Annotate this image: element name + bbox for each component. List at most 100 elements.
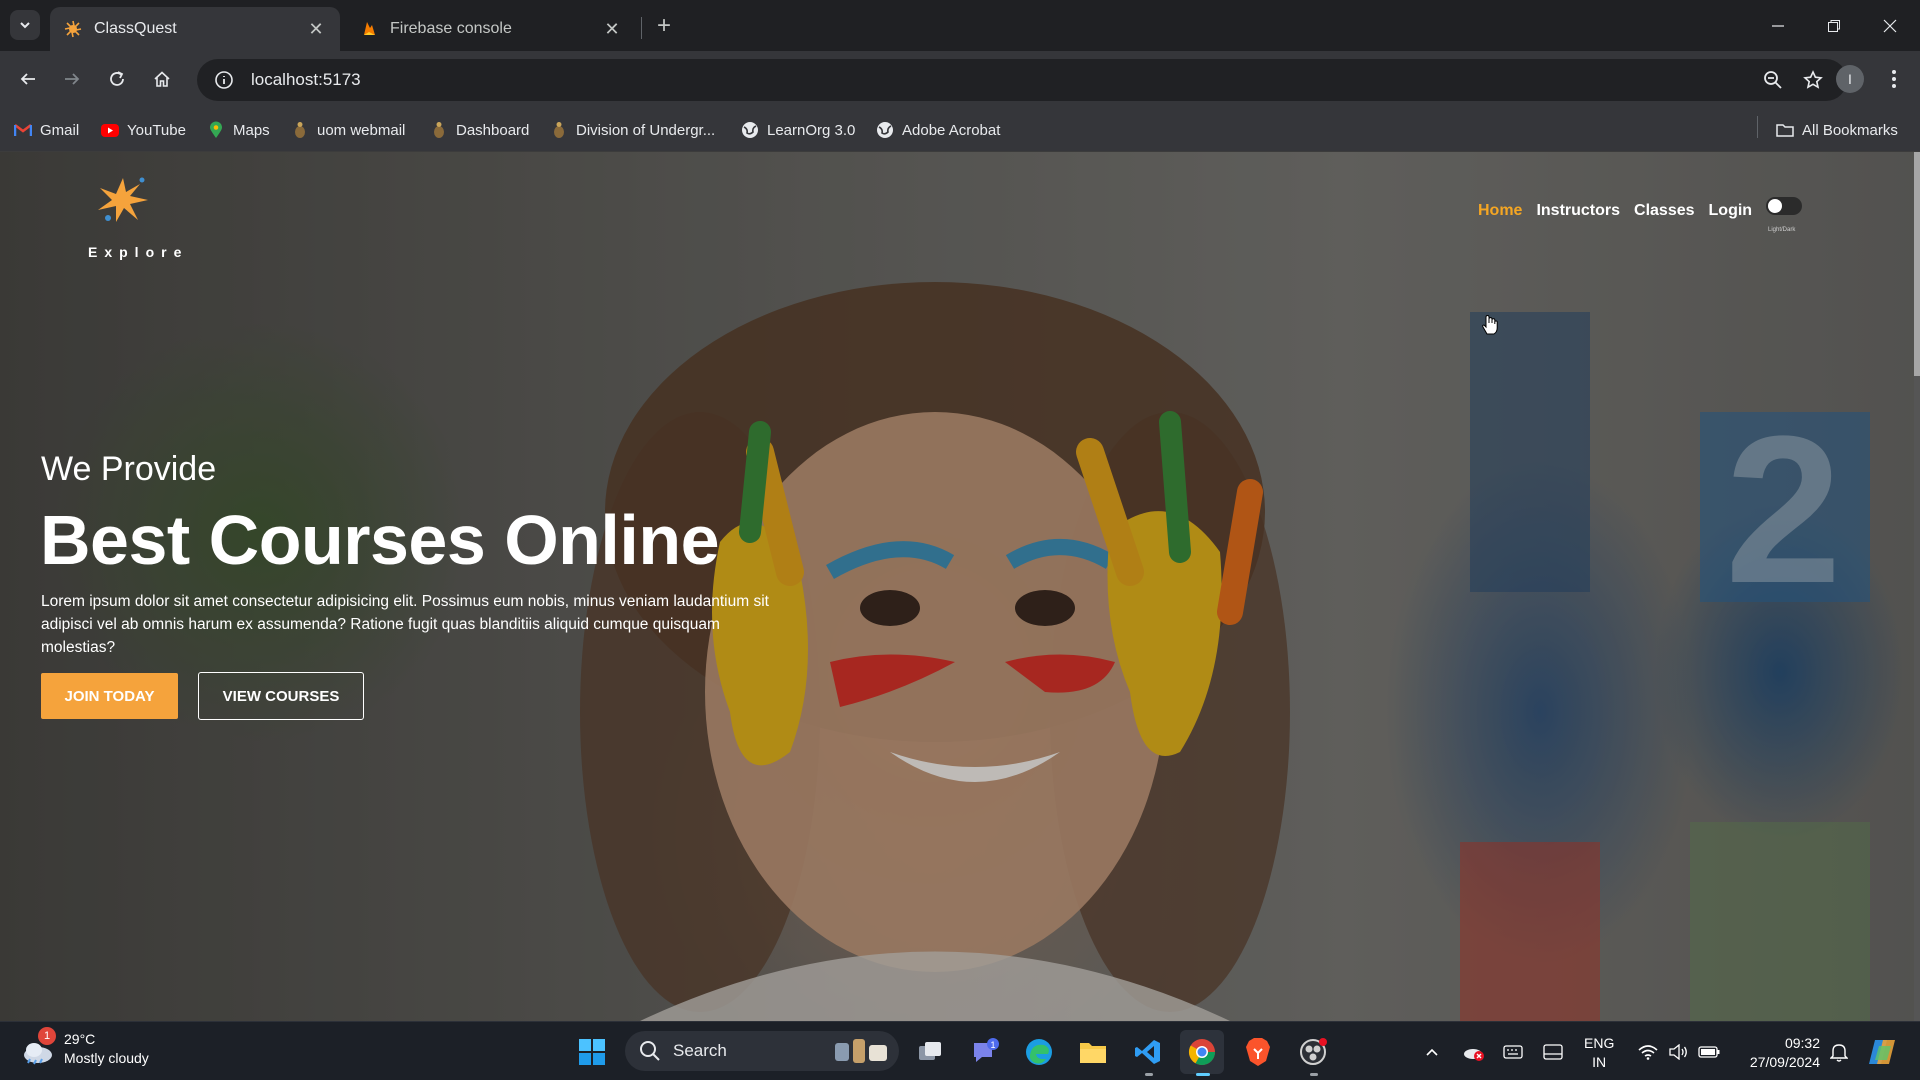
address-bar[interactable]: localhost:5173	[197, 59, 1847, 101]
search-highlight-art-icon	[835, 1039, 887, 1063]
taskbar-search[interactable]: Search	[625, 1031, 899, 1071]
bookmark-maps[interactable]: Maps	[207, 118, 270, 142]
brave-button[interactable]	[1236, 1030, 1280, 1074]
bookmark-adobe-acrobat[interactable]: Adobe Acrobat	[876, 118, 1000, 142]
obs-running-indicator	[1310, 1073, 1318, 1076]
notification-bell-icon[interactable]	[1824, 1022, 1854, 1080]
tab-search-button[interactable]	[10, 10, 40, 40]
tab-separator	[641, 17, 642, 39]
nav-classes[interactable]: Classes	[1634, 202, 1695, 220]
tablet-mode-tray-icon[interactable]	[1538, 1022, 1568, 1080]
restore-icon	[1828, 19, 1840, 32]
zoom-icon[interactable]	[1755, 59, 1791, 101]
hero-subtitle: We Provide	[41, 450, 217, 488]
weather-condition: Mostly cloudy	[64, 1050, 149, 1066]
edge-button[interactable]	[1017, 1030, 1061, 1074]
reload-button[interactable]	[101, 63, 133, 95]
weather-temperature: 29°C	[64, 1031, 96, 1047]
chrome-button[interactable]	[1180, 1030, 1224, 1074]
vscode-running-indicator	[1145, 1073, 1153, 1076]
task-view-button[interactable]	[908, 1030, 952, 1074]
edge-browser-icon	[1026, 1039, 1052, 1065]
teams-button[interactable]: 1	[963, 1030, 1007, 1074]
vscode-button[interactable]	[1126, 1030, 1170, 1074]
uom-crest-icon	[430, 121, 448, 139]
theme-toggle[interactable]	[1766, 197, 1802, 215]
weather-widget[interactable]: 1 29°C Mostly cloudy	[20, 1027, 149, 1068]
region-code: IN	[1592, 1054, 1607, 1070]
bookmark-learnorg[interactable]: LearnOrg 3.0	[741, 118, 855, 142]
teams-chat-icon: 1	[974, 1038, 999, 1062]
site-logo[interactable]: Explore	[88, 174, 258, 274]
system-clock[interactable]: 09:32 27/09/2024	[1736, 1034, 1820, 1072]
chevron-down-icon	[20, 22, 30, 29]
reload-icon	[110, 71, 124, 86]
obs-button[interactable]	[1291, 1030, 1335, 1074]
tab-classquest[interactable]: ClassQuest ✕	[50, 7, 340, 51]
home-button[interactable]	[146, 63, 178, 95]
back-button[interactable]	[12, 63, 44, 95]
scrollbar-thumb[interactable]	[1914, 152, 1920, 376]
onedrive-tray-icon[interactable]	[1458, 1022, 1488, 1080]
join-today-button[interactable]: JOIN TODAY	[41, 673, 178, 719]
copilot-icon[interactable]	[1862, 1022, 1902, 1080]
nav-login[interactable]: Login	[1709, 202, 1753, 220]
gmail-icon	[14, 121, 32, 139]
minimize-icon	[1772, 24, 1784, 27]
language-indicator[interactable]: ENG IN	[1584, 1034, 1614, 1072]
close-tab-icon[interactable]: ✕	[602, 19, 622, 39]
close-tab-icon[interactable]: ✕	[306, 19, 326, 39]
chevron-up-icon	[1426, 1048, 1438, 1056]
bookmark-label: YouTube	[127, 121, 186, 139]
forward-button[interactable]	[56, 63, 88, 95]
search-icon	[640, 1041, 660, 1061]
hand-cursor-icon	[1482, 314, 1498, 335]
chrome-active-indicator	[1196, 1073, 1210, 1076]
all-bookmarks-button[interactable]: All Bookmarks	[1776, 118, 1898, 142]
browser-menu-button[interactable]	[1880, 63, 1908, 95]
url-text[interactable]: localhost:5173	[251, 70, 361, 90]
obs-record-icon	[1300, 1038, 1327, 1065]
tab-firebase[interactable]: Firebase console ✕	[346, 7, 636, 51]
keyboard-tray-icon[interactable]	[1498, 1022, 1528, 1080]
arrow-left-icon	[20, 73, 35, 85]
folder-icon	[1776, 121, 1794, 139]
profile-avatar[interactable]: I	[1836, 65, 1864, 93]
close-window-button[interactable]	[1862, 0, 1918, 51]
show-hidden-icons-button[interactable]	[1418, 1022, 1446, 1080]
classquest-favicon-icon	[64, 20, 82, 38]
bookmark-dashboard[interactable]: Dashboard	[430, 118, 529, 142]
teams-badge: 1	[990, 1040, 995, 1050]
more-vertical-icon	[1892, 70, 1896, 88]
logo-text: Explore	[88, 244, 189, 260]
start-button[interactable]	[570, 1030, 614, 1074]
bookmark-uom-webmail[interactable]: uom webmail	[291, 118, 405, 142]
bookmark-youtube[interactable]: YouTube	[101, 118, 186, 142]
nav-instructors[interactable]: Instructors	[1536, 202, 1620, 220]
volume-icon[interactable]	[1664, 1022, 1692, 1080]
nav-home[interactable]: Home	[1478, 202, 1522, 220]
battery-icon[interactable]	[1694, 1022, 1724, 1080]
tab-title: Firebase console	[390, 20, 512, 37]
classquest-logo-icon	[98, 177, 148, 222]
windows-taskbar: 1 29°C Mostly cloudy Search 1 ENG IN 09:…	[0, 1021, 1920, 1080]
youtube-icon	[101, 121, 119, 139]
globe-icon	[741, 121, 759, 139]
page-viewport: 2 Explore Home Instructors Classes Login…	[0, 152, 1920, 1021]
file-explorer-button[interactable]	[1071, 1030, 1115, 1074]
bookmark-label: Division of Undergr...	[576, 121, 716, 139]
bookmark-division-undergrad[interactable]: Division of Undergr...	[550, 118, 715, 142]
page-scrollbar[interactable]	[1914, 152, 1920, 1021]
bookmark-gmail[interactable]: Gmail	[14, 118, 79, 142]
minimize-button[interactable]	[1750, 0, 1806, 51]
clock-time: 09:32	[1784, 1035, 1820, 1051]
firebase-favicon-icon	[364, 22, 375, 35]
site-info-icon[interactable]	[211, 67, 237, 93]
wifi-icon[interactable]	[1634, 1022, 1662, 1080]
new-tab-button[interactable]: +	[650, 12, 678, 40]
bookmarks-bar: Gmail YouTube Maps uom webmail Dashboard…	[0, 108, 1920, 152]
restore-button[interactable]	[1806, 0, 1862, 51]
view-courses-button[interactable]: VIEW COURSES	[198, 672, 364, 720]
vscode-icon	[1135, 1040, 1160, 1064]
bookmark-star-icon[interactable]	[1795, 59, 1831, 101]
